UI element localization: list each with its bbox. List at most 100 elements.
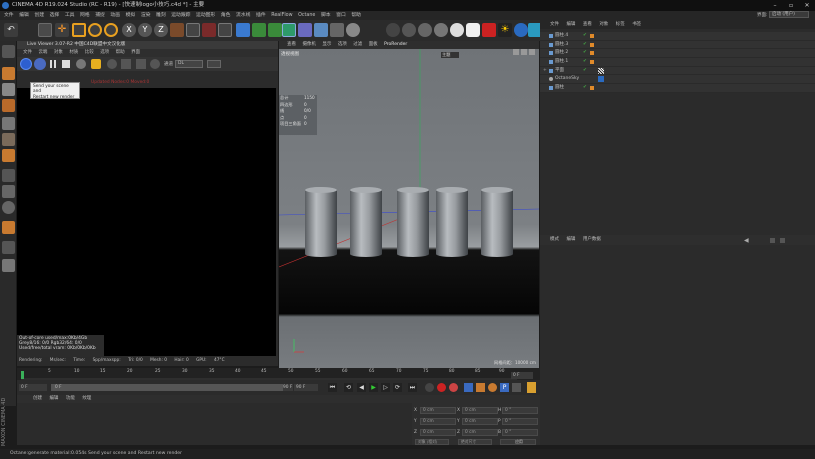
move-icon[interactable]: ✛	[55, 23, 69, 37]
go-to-end-icon[interactable]: ⏭	[408, 383, 417, 392]
scale-icon[interactable]	[72, 23, 86, 37]
camera-icon[interactable]	[330, 23, 344, 37]
list-item[interactable]: 圆柱✔	[540, 84, 815, 93]
record-keys-icon[interactable]	[437, 383, 446, 392]
lv-menu-options[interactable]: 选项	[100, 50, 109, 55]
list-item[interactable]: 圆柱.2✔	[540, 49, 815, 58]
x-axis-icon[interactable]: X	[122, 23, 136, 37]
octane-sun-icon[interactable]: ☀	[498, 23, 512, 37]
rotation-b-field[interactable]: 0 °	[502, 429, 538, 436]
subdivision-icon[interactable]	[268, 23, 282, 37]
size-z-field[interactable]: 0 cm	[462, 429, 498, 436]
menu-pipeline[interactable]: 流水线	[236, 13, 250, 18]
visibility-check-icon[interactable]: ✔	[583, 32, 587, 41]
om-menu-objects[interactable]: 对象	[599, 22, 608, 27]
environment-tag-icon[interactable]	[598, 76, 604, 82]
zoom-field[interactable]	[207, 60, 221, 68]
coordinate-mode-dropdown[interactable]: 对象 (相对)	[415, 439, 449, 445]
previous-frame-icon[interactable]: ◀	[357, 383, 366, 392]
undo-icon[interactable]: ↶	[4, 23, 18, 37]
menu-create[interactable]: 创建	[34, 13, 44, 18]
vp-menu-filter[interactable]: 过滤	[353, 42, 362, 47]
material-picker-icon[interactable]	[150, 59, 160, 69]
region-render-icon[interactable]	[121, 59, 131, 69]
phong-tag-icon[interactable]	[590, 86, 594, 90]
menu-simulate[interactable]: 模拟	[126, 13, 136, 18]
auto-key-icon[interactable]	[449, 383, 458, 392]
deformer-icon[interactable]	[298, 23, 312, 37]
lv-menu-compare[interactable]: 比较	[85, 50, 94, 55]
end-frame-field[interactable]: 90 F	[294, 384, 318, 391]
lv-menu-objects[interactable]: 对象	[54, 50, 63, 55]
make-editable-icon[interactable]	[2, 45, 15, 58]
cube-icon[interactable]	[236, 23, 250, 37]
point-mode-icon[interactable]	[2, 117, 15, 130]
y-axis-icon[interactable]: Y	[138, 23, 152, 37]
menu-mograph[interactable]: 运动图形	[196, 13, 215, 18]
list-item[interactable]: 圆柱.4✔	[540, 32, 815, 41]
menu-select[interactable]: 选择	[50, 13, 60, 18]
coordinate-system-icon[interactable]	[170, 23, 184, 37]
go-to-start-icon[interactable]: ⏮	[328, 383, 337, 392]
vp-menu-display[interactable]: 显示	[322, 42, 331, 47]
am-menu-userdata[interactable]: 用户数据	[583, 237, 601, 242]
range-end-field[interactable]: 90 F	[283, 384, 293, 391]
size-x-field[interactable]: 0 cm	[462, 407, 498, 414]
lv-menu-file[interactable]: 文件	[23, 50, 32, 55]
menu-sculpt[interactable]: 雕刻	[156, 13, 166, 18]
vp-menu-prorender[interactable]: ProRender	[384, 42, 407, 47]
lv-menu-help[interactable]: 帮助	[116, 50, 125, 55]
vp-menu-options[interactable]: 选项	[338, 42, 347, 47]
snap-icon[interactable]	[2, 201, 15, 214]
back-arrow-icon[interactable]: ◀	[744, 237, 749, 244]
edge-mode-icon[interactable]	[2, 133, 15, 146]
lv-menu-gui[interactable]: 界面	[131, 50, 140, 55]
render-settings-icon[interactable]	[218, 23, 232, 37]
layout-dropdown[interactable]: 启动 (用户)	[769, 11, 809, 18]
start-frame-field[interactable]: 0 F	[19, 384, 47, 391]
render-view-icon[interactable]	[186, 23, 200, 37]
play-icon[interactable]: ▶	[369, 383, 378, 392]
list-item[interactable]: 圆柱.3✔	[540, 41, 815, 50]
position-y-field[interactable]: 0 cm	[420, 418, 456, 425]
texture-mode-icon[interactable]	[2, 83, 15, 96]
expand-icon[interactable]: +	[543, 67, 547, 76]
visibility-check-icon[interactable]: ✔	[583, 67, 587, 76]
send-scene-restart-icon[interactable]	[20, 58, 32, 70]
channel-dropdown[interactable]: DL	[175, 60, 203, 68]
size-mode-dropdown[interactable]: 绝对尺寸	[458, 439, 492, 445]
octane-arealight-icon[interactable]	[466, 23, 480, 37]
phong-tag-icon[interactable]	[590, 34, 594, 38]
lock-workplane-icon[interactable]	[2, 241, 15, 254]
render-to-picture-viewer-icon[interactable]	[202, 23, 216, 37]
octane-settings-icon[interactable]	[402, 23, 416, 37]
octane-camera-icon[interactable]	[418, 23, 432, 37]
menu-window[interactable]: 窗口	[336, 13, 346, 18]
lv-menu-materials[interactable]: 材质	[69, 50, 78, 55]
rotation-p-field[interactable]: 0 °	[502, 418, 538, 425]
vp-menu-cameras[interactable]: 摄像机	[302, 42, 316, 47]
playhead[interactable]	[21, 371, 24, 379]
timeline-menu-icon[interactable]	[527, 382, 536, 393]
model-mode-icon[interactable]	[2, 67, 15, 80]
om-menu-tags[interactable]: 标签	[616, 22, 625, 27]
mm-menu-edit[interactable]: 编辑	[49, 396, 58, 401]
next-key-icon[interactable]: ⟳	[393, 383, 402, 392]
menu-file[interactable]: 文件	[4, 13, 14, 18]
key-rotation-icon[interactable]	[488, 383, 497, 392]
key-scale-icon[interactable]	[476, 383, 485, 392]
material-tag-icon[interactable]	[598, 68, 604, 74]
lock-icon[interactable]	[91, 59, 101, 69]
workplane-icon[interactable]	[2, 221, 15, 234]
position-z-field[interactable]: 0 cm	[420, 429, 456, 436]
recent-tool-icon[interactable]	[104, 23, 118, 37]
workplane-mode-icon[interactable]	[2, 99, 15, 112]
phong-tag-icon[interactable]	[590, 60, 594, 64]
mm-menu-texture[interactable]: 纹理	[82, 396, 91, 401]
om-menu-file[interactable]: 文件	[550, 22, 559, 27]
key-pla-icon[interactable]	[512, 383, 521, 392]
preview-range-slider[interactable]: 0 F	[51, 384, 291, 391]
mm-menu-function[interactable]: 功能	[66, 396, 75, 401]
octane-material-icon[interactable]	[450, 23, 464, 37]
list-item[interactable]: OctaneSky	[540, 75, 815, 84]
